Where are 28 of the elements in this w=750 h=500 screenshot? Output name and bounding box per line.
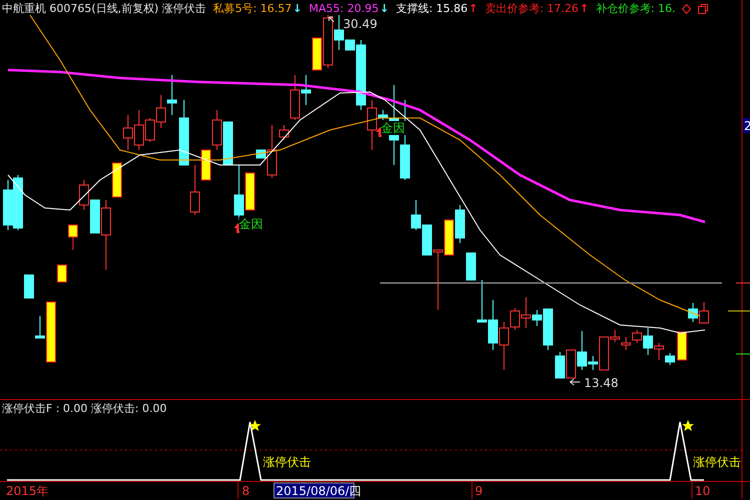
trend-arrow: ↓ — [380, 2, 389, 15]
signal-tag: 金因 — [381, 121, 405, 135]
trend-arrow: ↑ — [580, 2, 589, 15]
date-cursor-text: 2015/08/06/四 — [276, 484, 362, 498]
signal-label: 涨停伏击 — [263, 455, 311, 469]
date-axis-label: 9 — [475, 484, 483, 498]
indicator-value: 支撑线: 15.86 — [396, 1, 468, 16]
window-icon — [698, 4, 708, 14]
arrow-icon — [328, 16, 334, 22]
indicator-value: MA55: 20.95 — [309, 2, 379, 15]
date-axis-label: 2015年 — [6, 484, 49, 498]
signal-label: 涨停伏击 — [693, 455, 741, 469]
star-icon — [249, 420, 261, 431]
indicator-value: 补仓价参考: 16. — [596, 1, 676, 16]
diamond-icon — [682, 4, 692, 14]
date-axis-label: 10 — [695, 484, 710, 498]
trend-arrow: ↑ — [468, 2, 478, 15]
indicator-value: 私募5号: 16.57 — [213, 1, 292, 16]
signal-tag: 金因 — [239, 217, 263, 231]
indicator-value: 卖出价参考: 17.26 — [484, 1, 579, 16]
low-price-label: 13.48 — [584, 376, 618, 390]
star-icon — [682, 420, 694, 431]
chart-title: 中航重机 600765(日线,前复权) 涨停伏击 — [2, 1, 206, 16]
date-axis-label: 8 — [242, 484, 250, 498]
high-price-label: 30.49 — [343, 17, 378, 31]
arrow-icon — [570, 378, 580, 386]
indicator-values: 涨停伏击F : 0.00 涨停伏击: 0.00 — [2, 401, 167, 416]
trend-arrow: ↓ — [292, 2, 302, 15]
